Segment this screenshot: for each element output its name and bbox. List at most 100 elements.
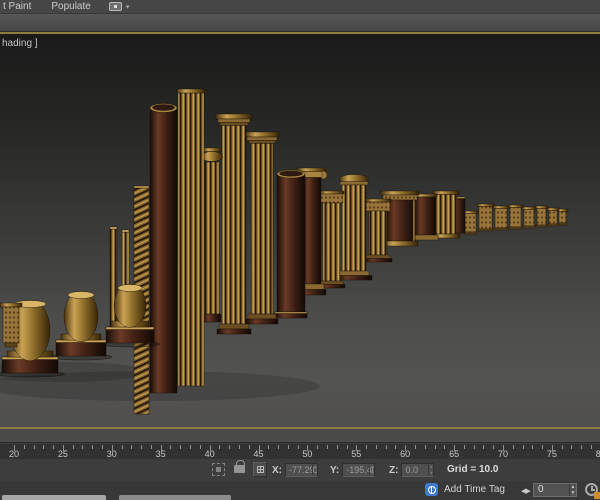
frame-tick — [581, 445, 583, 449]
frame-tick-label: 40 — [204, 449, 215, 459]
frame-tick — [444, 445, 446, 449]
z-coordinate-field[interactable]: 0.0 ▲ ▼ — [401, 463, 435, 477]
column-models-canvas — [0, 88, 569, 415]
frame-tick — [229, 445, 231, 449]
absolute-mode-button[interactable] — [253, 462, 267, 477]
frame-tick-label: 65 — [449, 449, 460, 459]
grid-mode-icon — [257, 466, 264, 473]
column-model-capS[interactable] — [521, 206, 537, 229]
z-label: Z: — [389, 464, 399, 476]
column-model-torus[interactable] — [201, 147, 223, 323]
frame-tick — [414, 445, 416, 449]
frame-tick — [131, 445, 133, 449]
frame-tick — [463, 445, 465, 449]
frame-tick — [268, 445, 270, 449]
column-model-flS[interactable] — [431, 190, 461, 239]
frame-tick — [287, 445, 289, 449]
frame-tick — [170, 445, 172, 449]
ribbon-media-button[interactable]: ▾ — [108, 2, 130, 11]
column-model-cap[interactable] — [0, 302, 23, 348]
frame-tick — [33, 445, 35, 449]
frame-tick — [150, 445, 152, 449]
frame-tick — [72, 445, 74, 449]
add-time-tag-label: Add Time Tag — [444, 484, 505, 495]
coordinate-x-group: X: -77.291 ▲ ▼ — [272, 463, 318, 477]
frame-tick — [591, 445, 593, 449]
key-mode-toggle[interactable]: ◀▶ — [521, 487, 531, 495]
frame-tick — [512, 445, 514, 449]
column-model-base[interactable] — [49, 290, 113, 361]
x-spinner[interactable]: ▲ ▼ — [312, 464, 317, 476]
frame-tick — [571, 445, 573, 449]
track-bar[interactable]: 20 25 30 35 40 45 50 55 60 65 70 75 80 — [0, 444, 600, 459]
time-slider-track[interactable] — [0, 429, 600, 443]
prompt-row: Add Time Tag ◀▶ 0 ▲ ▼ — [0, 481, 600, 500]
frame-tick — [493, 445, 495, 449]
frame-tick — [532, 445, 534, 449]
frame-tick — [180, 445, 182, 449]
frame-tick — [199, 445, 201, 449]
frame-tick — [102, 445, 104, 449]
frame-tick — [43, 445, 45, 449]
frame-tick — [23, 445, 25, 449]
ribbon-body-collapsed — [0, 14, 600, 32]
z-spinner[interactable]: ▲ ▼ — [428, 464, 433, 476]
tab-object-paint[interactable]: t Paint — [0, 0, 41, 14]
column-model-smoothS[interactable] — [411, 193, 439, 241]
column-model-smooth2[interactable] — [274, 169, 308, 319]
frame-tick — [346, 445, 348, 449]
y-coordinate-field[interactable]: -195.405 ▲▼ — [342, 463, 376, 477]
column-model-stick[interactable] — [109, 226, 118, 335]
column-model-capS[interactable] — [492, 205, 510, 231]
frame-tick-label: 50 — [302, 449, 313, 459]
frame-tick-label: 75 — [546, 449, 557, 459]
y-spinner[interactable]: ▲ ▼ — [369, 464, 374, 476]
frame-tick-label: 20 — [8, 449, 20, 459]
column-model-flcap[interactable] — [335, 174, 373, 281]
isolate-selection-icon[interactable] — [212, 463, 225, 476]
x-coordinate-field[interactable]: -77.291 ▲ ▼ — [285, 463, 318, 477]
add-time-tag-button[interactable]: Add Time Tag — [425, 483, 505, 496]
column-model-capS[interactable] — [534, 205, 549, 228]
frame-tick-label: 80 — [595, 449, 600, 459]
frame-tick — [190, 445, 192, 449]
frame-tick — [522, 445, 524, 449]
perspective-viewport[interactable]: hading ] — [0, 32, 600, 429]
status-bar: X: -77.291 ▲▼ Y: -195.405 ▲▼ Z: 0.0 ▲▼ G… — [0, 459, 600, 481]
z-value: 0.0 — [405, 465, 418, 475]
prompt-panel-edge — [119, 495, 231, 500]
column-model-capS[interactable] — [462, 210, 479, 235]
column-model-capS[interactable] — [507, 204, 524, 230]
current-frame-value: 0 — [538, 484, 544, 495]
frame-tick — [278, 445, 280, 449]
frame-tick-label: 60 — [400, 449, 411, 459]
viewport-shading-label[interactable]: hading ] — [2, 38, 38, 49]
frame-tick — [473, 445, 475, 449]
column-model-capS[interactable] — [476, 203, 495, 232]
coordinate-y-group: Y: -195.405 ▲▼ — [330, 463, 376, 477]
selection-lock-icon[interactable] — [234, 460, 245, 473]
frame-tick — [248, 445, 250, 449]
time-configuration-button[interactable] — [585, 483, 600, 499]
frame-tick — [326, 445, 328, 449]
column-model-smooth[interactable] — [149, 103, 178, 394]
grid-size-label: Grid = 10.0 — [447, 464, 499, 475]
tab-populate[interactable]: Populate — [41, 0, 100, 14]
column-model-doric[interactable] — [244, 131, 280, 325]
column-model-fluted[interactable] — [176, 88, 206, 387]
frame-tick — [297, 445, 299, 449]
media-icon — [108, 2, 122, 11]
frame-tick — [92, 445, 94, 449]
column-model-doric[interactable] — [215, 113, 253, 335]
frame-tick-label: 35 — [155, 449, 166, 459]
column-model-capS[interactable] — [556, 208, 569, 226]
frame-spinner[interactable]: ▲ ▼ — [569, 484, 576, 496]
frame-tick — [375, 445, 377, 449]
frame-tick-label: 55 — [351, 449, 362, 459]
frame-tick — [219, 445, 221, 449]
chevron-down-icon[interactable]: ▾ — [126, 3, 130, 11]
current-frame-field[interactable]: 0 ▲ ▼ — [533, 483, 577, 497]
column-model-capS[interactable] — [546, 207, 560, 227]
frame-tick — [385, 445, 387, 449]
frame-tick — [424, 445, 426, 449]
